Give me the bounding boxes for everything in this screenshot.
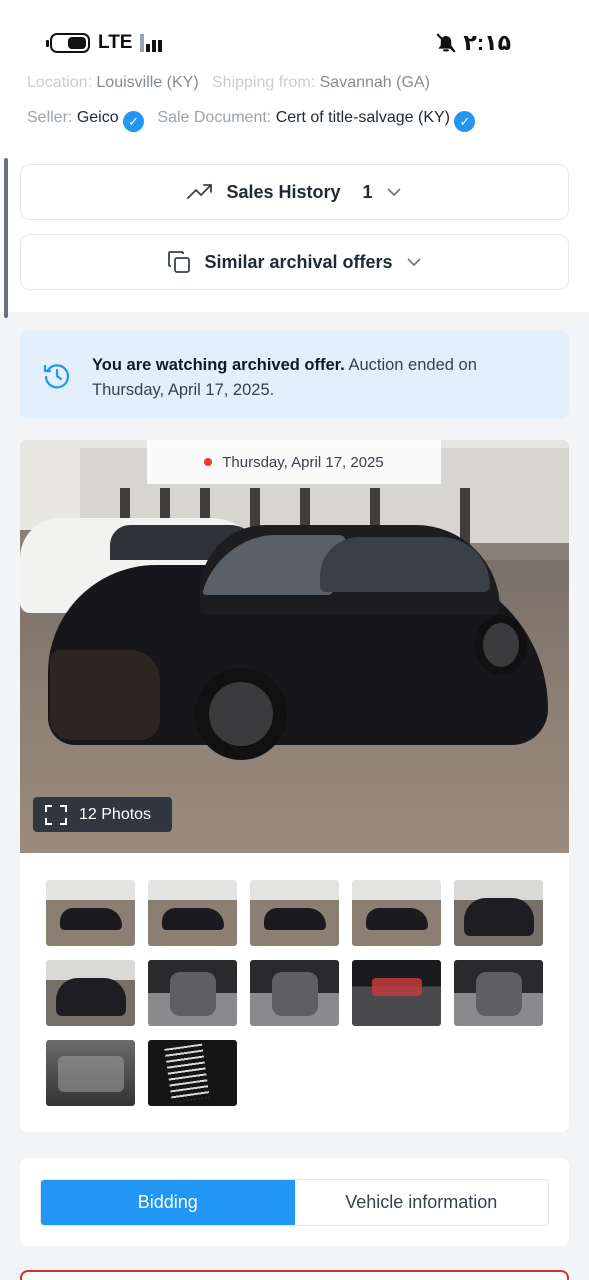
- thumbnail-12[interactable]: [148, 1040, 237, 1106]
- tabs-card: Bidding Vehicle information: [20, 1158, 569, 1246]
- bell-off-icon: [437, 33, 456, 53]
- chevron-down-icon: [406, 258, 421, 267]
- alert-card: [20, 1270, 569, 1280]
- verified-check-icon: ✓: [123, 111, 145, 132]
- seller-label: Seller:: [27, 109, 73, 126]
- thumbnail-9[interactable]: [352, 960, 441, 1026]
- location-value: Louisville (KY): [96, 74, 199, 91]
- scroll-indicator[interactable]: [4, 158, 8, 318]
- photo-gallery: Thursday, April 17, 2025 12 Photos: [20, 440, 569, 1132]
- status-left: LTE: [46, 32, 163, 54]
- photo-date-chip: Thursday, April 17, 2025: [147, 440, 441, 484]
- trending-up-icon: [187, 184, 213, 199]
- thumbnail-5[interactable]: [454, 880, 543, 946]
- shipping-value: Savannah (GA): [319, 74, 430, 91]
- sales-history-count: 1: [362, 181, 373, 202]
- thumbnail-6[interactable]: [46, 960, 135, 1026]
- seller-row: Seller: Geico ✓ Sale Document: Cert of t…: [27, 109, 476, 132]
- sale-document-label: Sale Document:: [157, 109, 272, 126]
- similar-offers-label: Similar archival offers: [204, 251, 393, 272]
- history-icon: [43, 364, 70, 389]
- sale-document-value: Cert of title-salvage (KY): [275, 109, 450, 126]
- network-type: LTE: [98, 32, 133, 53]
- lot-info-section: Location: Louisville (KY) Shipping from:…: [0, 74, 589, 318]
- photos-count-button[interactable]: 12 Photos: [33, 797, 172, 832]
- thumbnail-10[interactable]: [454, 960, 543, 1026]
- thumbnail-2[interactable]: [148, 880, 237, 946]
- notice-bold: You are watching archived offer.: [92, 356, 345, 374]
- signal-icon: [140, 34, 163, 52]
- similar-offers-button[interactable]: Similar archival offers: [20, 234, 569, 290]
- tab-vehicle-information[interactable]: Vehicle information: [294, 1180, 548, 1225]
- photos-count: 12 Photos: [79, 805, 152, 823]
- tab-bidding[interactable]: Bidding: [41, 1180, 295, 1225]
- status-right: ۲:۱۵: [435, 30, 511, 56]
- location-label: Location:: [27, 74, 92, 91]
- copy-icon: [168, 251, 191, 273]
- thumbnail-8[interactable]: [250, 960, 339, 1026]
- main-vehicle-photo[interactable]: Thursday, April 17, 2025 12 Photos: [20, 440, 569, 853]
- battery-icon: [46, 33, 90, 53]
- notice-text: You are watching archived offer. Auction…: [92, 353, 549, 403]
- photo-date: Thursday, April 17, 2025: [222, 453, 384, 471]
- location-row: Location: Louisville (KY) Shipping from:…: [27, 74, 430, 92]
- status-bar: LTE ۲:۱۵: [0, 0, 589, 78]
- sales-history-button[interactable]: Sales History 1: [20, 164, 569, 220]
- thumbnail-3[interactable]: [250, 880, 339, 946]
- fullscreen-icon: [45, 804, 67, 825]
- verified-check-icon: ✓: [454, 111, 476, 132]
- chevron-down-icon: [386, 188, 401, 197]
- thumbnail-4[interactable]: [352, 880, 441, 946]
- thumbnail-11[interactable]: [46, 1040, 135, 1106]
- archived-notice: You are watching archived offer. Auction…: [20, 331, 569, 419]
- clock: ۲:۱۵: [463, 30, 511, 55]
- sales-history-label: Sales History: [226, 181, 341, 202]
- thumbnail-1[interactable]: [46, 880, 135, 946]
- thumbnail-7[interactable]: [148, 960, 237, 1026]
- tab-bar: Bidding Vehicle information: [40, 1179, 549, 1226]
- seller-value: Geico: [76, 109, 119, 126]
- live-dot-icon: [204, 458, 213, 466]
- shipping-label: Shipping from:: [212, 74, 316, 91]
